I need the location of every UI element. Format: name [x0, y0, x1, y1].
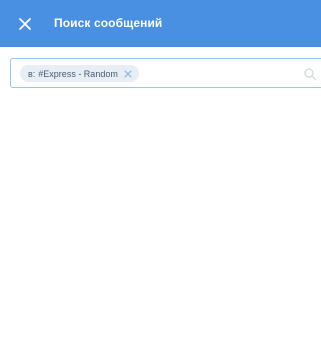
close-button[interactable]	[14, 13, 36, 35]
panel-header: Поиск сообщений	[0, 0, 321, 47]
remove-filter-button[interactable]	[124, 69, 133, 78]
message-search-panel: Поиск сообщений в: #Express - Random	[0, 0, 321, 356]
close-icon	[19, 18, 31, 30]
search-results-list	[0, 96, 321, 356]
search-bar[interactable]: в: #Express - Random	[10, 58, 321, 88]
chip-prefix: в:	[28, 68, 36, 79]
search-input[interactable]	[171, 64, 295, 84]
panel-title: Поиск сообщений	[54, 16, 163, 30]
chip-channel-name: #Express - Random	[38, 68, 118, 79]
close-icon	[124, 69, 132, 78]
search-icon[interactable]	[303, 67, 317, 81]
channel-filter-chip: в: #Express - Random	[20, 65, 139, 82]
